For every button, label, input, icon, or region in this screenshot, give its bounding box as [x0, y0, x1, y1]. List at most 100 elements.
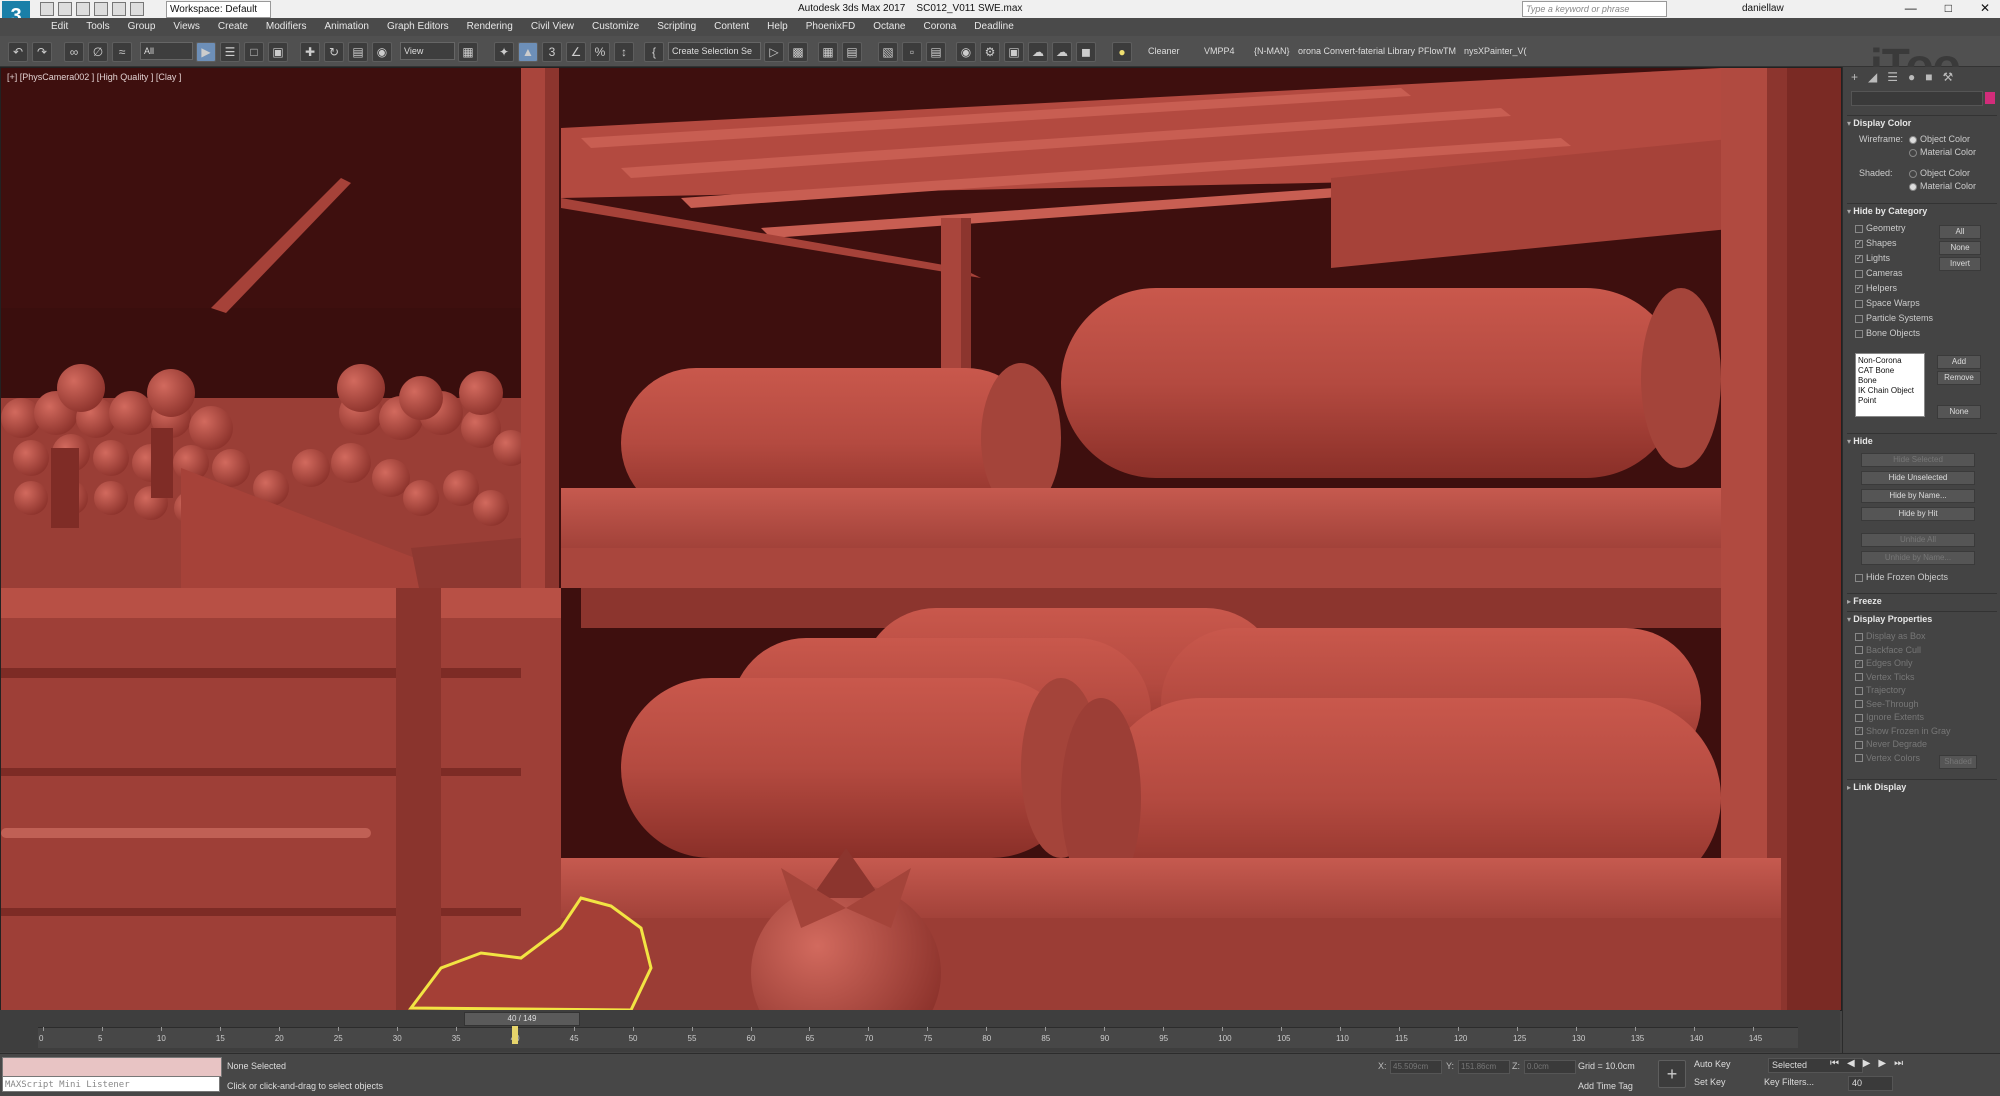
- new-file-icon[interactable]: [40, 2, 54, 16]
- maxscript-listener-output[interactable]: [2, 1057, 222, 1077]
- angle-snap-icon[interactable]: ∠: [566, 42, 586, 62]
- selection-filter-dropdown[interactable]: All: [140, 42, 193, 60]
- rollout-freeze[interactable]: Freeze: [1847, 593, 1997, 608]
- unhide-by-name-button[interactable]: Unhide by Name...: [1861, 551, 1975, 565]
- scale-icon[interactable]: ▤: [348, 42, 368, 62]
- menu-item-content[interactable]: Content: [705, 18, 758, 36]
- category-checkbox-space-warps[interactable]: Space Warps: [1855, 298, 1920, 308]
- time-slider[interactable]: 40 / 149: [464, 1012, 580, 1026]
- rollout-display-properties[interactable]: Display Properties: [1847, 611, 1997, 626]
- toolbar-item-nman[interactable]: {N-MAN}: [1254, 46, 1290, 56]
- user-name[interactable]: daniellaw: [1742, 3, 1784, 14]
- list-item[interactable]: IK Chain Object: [1858, 386, 1922, 396]
- menu-item-octane[interactable]: Octane: [864, 18, 914, 36]
- y-coordinate-field[interactable]: 151.86cm: [1458, 1060, 1510, 1074]
- percent-snap-icon[interactable]: %: [590, 42, 610, 62]
- named-selection-dropdown[interactable]: Create Selection Se: [668, 42, 761, 60]
- menu-item-graph-editors[interactable]: Graph Editors: [378, 18, 458, 36]
- open-file-icon[interactable]: [58, 2, 72, 16]
- menu-item-edit[interactable]: Edit: [42, 18, 77, 36]
- hide-by-name-button[interactable]: Hide by Name...: [1861, 489, 1975, 503]
- current-frame-marker[interactable]: [511, 1026, 518, 1044]
- play-icon[interactable]: ▶: [1863, 1058, 1871, 1069]
- light-bulb-icon[interactable]: ●: [1112, 42, 1132, 62]
- category-invert-button[interactable]: Invert: [1939, 257, 1981, 271]
- category-checkbox-cameras[interactable]: Cameras: [1855, 268, 1903, 278]
- filter-add-button[interactable]: Add: [1937, 355, 1981, 369]
- keyboard-shortcut-override-icon[interactable]: ▲: [518, 42, 538, 62]
- rect-selection-icon[interactable]: □: [244, 42, 264, 62]
- add-time-tag[interactable]: Add Time Tag: [1578, 1081, 1633, 1091]
- wireframe-object-color-radio[interactable]: Object Color: [1909, 134, 1970, 144]
- hide-frozen-objects-checkbox[interactable]: Hide Frozen Objects: [1855, 572, 1948, 582]
- category-none-button[interactable]: None: [1939, 241, 1981, 255]
- menu-item-phoenixfd[interactable]: PhoenixFD: [797, 18, 864, 36]
- redo-icon[interactable]: ↷: [32, 42, 52, 62]
- menu-item-create[interactable]: Create: [209, 18, 257, 36]
- key-filters-button[interactable]: Key Filters...: [1764, 1076, 1814, 1089]
- viewport-perspective[interactable]: [+] [PhysCamera002 ] [High Quality ] [Cl…: [0, 67, 1842, 1011]
- curve-editor-icon[interactable]: ▫: [902, 42, 922, 62]
- minimize-icon[interactable]: —: [1905, 1, 1917, 15]
- bind-spacewarp-icon[interactable]: ≈: [112, 42, 132, 62]
- display-prop-checkbox-vertex-ticks[interactable]: Vertex Ticks: [1855, 672, 1915, 682]
- place-icon[interactable]: ◉: [372, 42, 392, 62]
- list-item[interactable]: Point: [1858, 396, 1922, 406]
- render-production-icon[interactable]: ☁: [1028, 42, 1048, 62]
- filter-none-button[interactable]: None: [1937, 405, 1981, 419]
- display-prop-checkbox-trajectory[interactable]: Trajectory: [1855, 685, 1906, 695]
- list-item[interactable]: CAT Bone: [1858, 366, 1922, 376]
- render-setup-icon[interactable]: ⚙: [980, 42, 1000, 62]
- display-prop-checkbox-show-frozen-in-gray[interactable]: ✓ Show Frozen in Gray: [1855, 726, 1951, 736]
- category-checkbox-bone-objects[interactable]: Bone Objects: [1855, 328, 1920, 338]
- unlink-icon[interactable]: ∅: [88, 42, 108, 62]
- reference-coordinate-dropdown[interactable]: View: [400, 42, 455, 60]
- menu-item-views[interactable]: Views: [164, 18, 209, 36]
- track-bar[interactable]: [38, 1027, 1798, 1048]
- display-prop-checkbox-display-as-box[interactable]: Display as Box: [1855, 631, 1926, 641]
- go-to-end-icon[interactable]: ⏭: [1894, 1058, 1903, 1069]
- list-item[interactable]: Bone: [1858, 376, 1922, 386]
- rollout-display-color[interactable]: Display Color: [1847, 115, 1997, 130]
- pivot-icon[interactable]: ▦: [458, 42, 478, 62]
- menu-item-animation[interactable]: Animation: [315, 18, 377, 36]
- unhide-all-button[interactable]: Unhide All: [1861, 533, 1975, 547]
- menu-item-tools[interactable]: Tools: [77, 18, 118, 36]
- rendered-frame-window-icon[interactable]: ▣: [1004, 42, 1024, 62]
- undo-icon[interactable]: ↶: [8, 42, 28, 62]
- hierarchy-tab-icon[interactable]: ☰: [1887, 67, 1898, 87]
- select-by-name-icon[interactable]: ☰: [220, 42, 240, 62]
- category-checkbox-lights[interactable]: ✓ Lights: [1855, 253, 1890, 263]
- category-checkbox-geometry[interactable]: Geometry: [1855, 223, 1906, 233]
- maximize-icon[interactable]: □: [1945, 1, 1952, 15]
- hide-selected-button[interactable]: Hide Selected: [1861, 453, 1975, 467]
- go-to-start-icon[interactable]: ⏮: [1830, 1058, 1839, 1069]
- toolbar-item-corona-converter[interactable]: orona Convert-faterial Library: [1298, 46, 1415, 56]
- window-crossing-icon[interactable]: ▣: [268, 42, 288, 62]
- category-checkbox-helpers[interactable]: ✓ Helpers: [1855, 283, 1897, 293]
- vertex-colors-shaded-button[interactable]: Shaded: [1939, 755, 1977, 769]
- display-tab-icon[interactable]: ■: [1925, 67, 1932, 87]
- mirror-icon[interactable]: ▷: [764, 42, 784, 62]
- schematic-view-icon[interactable]: ▤: [926, 42, 946, 62]
- wireframe-material-color-radio[interactable]: Material Color: [1909, 147, 1976, 157]
- object-name-field[interactable]: [1851, 91, 1983, 106]
- menu-item-group[interactable]: Group: [119, 18, 165, 36]
- move-icon[interactable]: ✚: [300, 42, 320, 62]
- viewport-label[interactable]: [+] [PhysCamera002 ] [High Quality ] [Cl…: [7, 72, 181, 82]
- rollout-hide-by-category[interactable]: Hide by Category: [1847, 203, 1997, 218]
- toolbar-item-cleaner[interactable]: Cleaner: [1148, 46, 1180, 56]
- category-checkbox-shapes[interactable]: ✓ Shapes: [1855, 238, 1897, 248]
- render-iterative-icon[interactable]: ☁: [1052, 42, 1072, 62]
- render-frame-icon[interactable]: ◼: [1076, 42, 1096, 62]
- link-icon[interactable]: ∞: [64, 42, 84, 62]
- menu-item-civil-view[interactable]: Civil View: [522, 18, 583, 36]
- display-prop-checkbox-see-through[interactable]: See-Through: [1855, 699, 1919, 709]
- x-coordinate-field[interactable]: 45.509cm: [1390, 1060, 1442, 1074]
- auto-key-button[interactable]: Auto Key: [1694, 1058, 1731, 1071]
- menu-item-rendering[interactable]: Rendering: [458, 18, 522, 36]
- align-icon[interactable]: ▩: [788, 42, 808, 62]
- modify-tab-icon[interactable]: ◢: [1868, 67, 1877, 87]
- category-filter-list[interactable]: Non-Corona CAT Bone Bone IK Chain Object Poi…: [1855, 353, 1925, 417]
- category-all-button[interactable]: All: [1939, 225, 1981, 239]
